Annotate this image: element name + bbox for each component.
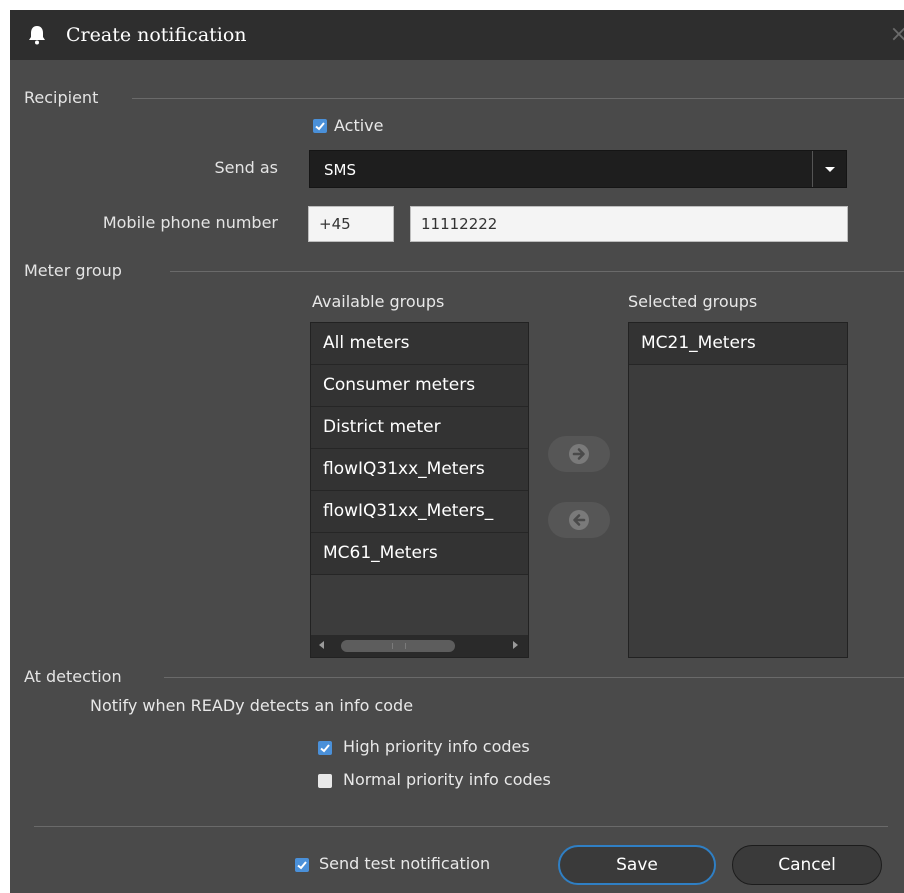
remove-group-button[interactable] <box>548 502 610 538</box>
grip-icon <box>392 643 406 649</box>
list-item[interactable]: All meters <box>311 323 528 365</box>
detection-description: Notify when READy detects an info code <box>90 696 414 715</box>
create-notification-dialog: Create notification × Recipient Active S… <box>10 10 904 893</box>
recipient-separator <box>132 98 904 99</box>
send-as-select[interactable]: SMS <box>309 150 847 188</box>
selected-groups-label: Selected groups <box>628 292 758 311</box>
active-checkbox[interactable] <box>313 119 327 133</box>
recipient-section-label: Recipient <box>24 88 99 107</box>
list-item[interactable]: MC21_Meters <box>629 323 847 365</box>
list-item[interactable]: flowIQ31xx_Meters_ <box>311 491 528 533</box>
meter-group-section-label: Meter group <box>24 261 122 280</box>
list-item[interactable]: flowIQ31xx_Meters <box>311 449 528 491</box>
send-as-label: Send as <box>214 158 278 177</box>
footer-separator <box>34 826 888 827</box>
active-label: Active <box>334 116 384 135</box>
high-priority-label: High priority info codes <box>343 737 530 756</box>
country-code-input[interactable]: +45 <box>308 206 394 242</box>
cancel-button[interactable]: Cancel <box>732 845 882 885</box>
phone-number-input[interactable]: 11112222 <box>410 206 848 242</box>
horizontal-scrollbar[interactable] <box>311 635 528 657</box>
arrow-right-icon <box>569 444 589 464</box>
high-priority-checkbox[interactable] <box>318 741 332 755</box>
check-icon <box>320 744 330 753</box>
bell-icon <box>26 24 48 46</box>
dialog-title: Create notification <box>66 24 247 46</box>
send-as-value: SMS <box>324 161 356 179</box>
list-item[interactable]: Consumer meters <box>311 365 528 407</box>
add-group-button[interactable] <box>548 436 610 472</box>
send-test-label: Send test notification <box>319 854 491 873</box>
scroll-right-icon[interactable] <box>513 641 518 649</box>
at-detection-section-label: At detection <box>24 667 122 686</box>
check-icon <box>315 122 325 131</box>
normal-priority-label: Normal priority info codes <box>343 770 551 789</box>
chevron-down-icon[interactable] <box>812 151 846 187</box>
scroll-left-icon[interactable] <box>319 641 324 649</box>
normal-priority-checkbox[interactable] <box>318 774 332 788</box>
available-groups-label: Available groups <box>312 292 445 311</box>
list-item[interactable]: District meter <box>311 407 528 449</box>
save-button[interactable]: Save <box>558 845 716 885</box>
send-test-checkbox[interactable] <box>295 858 309 872</box>
close-icon[interactable]: × <box>890 22 904 47</box>
arrow-left-icon <box>569 510 589 530</box>
check-icon <box>297 861 307 870</box>
selected-groups-list[interactable]: MC21_Meters <box>628 322 848 658</box>
at-detection-separator <box>164 677 904 678</box>
mobile-phone-label: Mobile phone number <box>102 213 278 232</box>
list-item[interactable]: MC61_Meters <box>311 533 528 575</box>
meter-group-separator <box>170 271 904 272</box>
title-bar: Create notification × <box>10 10 904 60</box>
available-groups-list[interactable]: All meters Consumer meters District mete… <box>310 322 529 658</box>
